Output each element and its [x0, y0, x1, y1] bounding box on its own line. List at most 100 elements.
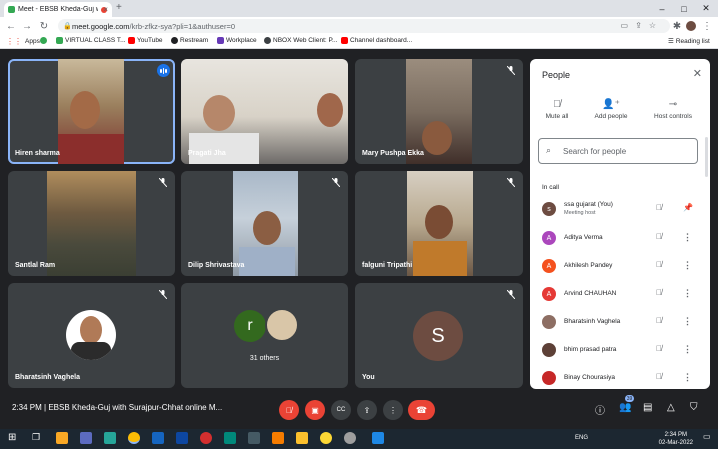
browser-tab[interactable]: Meet - EBSB Kheda-Guj with... ×	[4, 2, 112, 17]
task-view-icon[interactable]: ❐	[32, 432, 44, 444]
camera-off-button[interactable]: ▣	[305, 400, 325, 420]
mic-off-icon[interactable]: 🎙̸	[656, 372, 662, 381]
bookmark-nbox[interactable]: NBOX Web Client: P...	[264, 37, 337, 44]
participant-name: Santlal Ram	[15, 262, 56, 269]
forward-icon[interactable]: →	[20, 19, 34, 33]
share-icon[interactable]: ⇪	[635, 21, 642, 30]
more-options-button[interactable]: ⋮	[383, 400, 403, 420]
participant-tile[interactable]: Bharatsinh Vaghela	[8, 283, 175, 388]
host-controls-button[interactable]: ⊸ Host controls	[648, 99, 698, 120]
participant-row[interactable]: A Akhilesh Pandey 🎙̸ ⋮	[530, 252, 710, 280]
participant-face	[70, 91, 100, 129]
captions-button[interactable]: CC	[331, 400, 351, 420]
hang-up-icon: ☎	[415, 404, 428, 415]
avatar-photo	[542, 371, 556, 385]
present-button[interactable]: ⇪	[357, 400, 377, 420]
app-icon[interactable]	[344, 432, 356, 444]
chrome-icon[interactable]	[320, 432, 332, 444]
back-icon[interactable]: ←	[4, 19, 18, 33]
activities-icon[interactable]: △	[667, 402, 675, 413]
mic-off-icon[interactable]: 🎙̸	[656, 316, 662, 325]
bookmark-virtual-class[interactable]: VIRTUAL CLASS T...	[56, 37, 126, 44]
camera-in-use-icon[interactable]: ▭	[620, 21, 628, 30]
participant-tile[interactable]: Dilip Shrivastava	[181, 171, 348, 276]
participant-row[interactable]: s ssa gujarat (You) Meeting host 🎙̸ 📌	[530, 196, 710, 224]
input-language[interactable]: ENG	[575, 435, 588, 441]
app-icon[interactable]	[104, 432, 116, 444]
app-icon[interactable]	[224, 432, 236, 444]
meeting-details[interactable]: 2:34 PM | EBSB Kheda-Guj with Surajpur-C…	[12, 403, 222, 412]
mute-all-button[interactable]: 🎙̸ Mute all	[532, 99, 582, 120]
system-clock[interactable]: 2:34 PM 02-Mar-2022	[659, 431, 693, 447]
bookmark-youtube[interactable]: YouTube	[128, 37, 163, 44]
tab-close-icon[interactable]: ×	[103, 5, 108, 14]
mic-off-icon[interactable]: 🎙̸	[656, 232, 662, 241]
participant-video	[406, 59, 472, 164]
mic-off-icon[interactable]: 🎙̸	[656, 288, 662, 297]
file-explorer-icon[interactable]	[56, 432, 68, 444]
leave-call-button[interactable]: ☎	[408, 400, 435, 420]
self-tile[interactable]: S You	[355, 283, 523, 388]
participant-tile[interactable]: Pragati Jha	[181, 59, 348, 164]
more-options-icon[interactable]: ⋮	[683, 260, 692, 271]
panel-scrollbar[interactable]	[705, 137, 708, 177]
notification-icon[interactable]: ▭	[703, 432, 713, 444]
chat-icon[interactable]: ▤	[643, 402, 652, 413]
more-options-icon[interactable]: ⋮	[683, 372, 692, 383]
address-bar[interactable]: 🔒 meet.google.com /krb-zfkz-sya?pli=1&au…	[58, 19, 670, 33]
participant-tile[interactable]: Hiren sharma	[8, 59, 175, 164]
more-options-icon[interactable]: ⋮	[683, 288, 692, 299]
more-options-icon[interactable]: ⋮	[683, 316, 692, 327]
bookmark-apps[interactable]: ⋮⋮ Apps	[6, 37, 40, 46]
photoshop-icon[interactable]	[152, 432, 164, 444]
chrome-icon[interactable]	[128, 432, 140, 444]
add-people-button[interactable]: 👤⁺ Add people	[586, 99, 636, 120]
app-icon[interactable]	[272, 432, 284, 444]
participant-row[interactable]: bhim prasad patra 🎙̸ ⋮	[530, 336, 710, 364]
participant-name: Mary Pushpa Ekka	[362, 150, 424, 157]
participant-tile[interactable]: falguni Tripathi	[355, 171, 523, 276]
reload-icon[interactable]: ↻	[37, 19, 51, 33]
reading-list[interactable]: ☰ Reading list	[668, 37, 710, 46]
minimize-button[interactable]: –	[651, 0, 673, 17]
more-options-icon[interactable]: ⋮	[683, 232, 692, 243]
bookmark-star-icon[interactable]: ☆	[649, 21, 656, 30]
avatar-photo	[542, 315, 556, 329]
photoshop-icon[interactable]	[176, 432, 188, 444]
participant-row[interactable]: Binay Chourasiya 🎙̸ ⋮	[530, 364, 710, 389]
mic-off-button[interactable]: 🎙̸	[279, 400, 299, 420]
new-tab-button[interactable]: +	[116, 2, 122, 13]
close-icon[interactable]: ✕	[693, 67, 702, 80]
extensions-icon[interactable]: ✱	[670, 19, 684, 33]
people-icon[interactable]: 👥	[619, 402, 631, 413]
bookmark-restream[interactable]: Restream	[171, 37, 208, 44]
participant-tile[interactable]: Mary Pushpa Ekka	[355, 59, 523, 164]
windows-start-icon[interactable]: ⊞	[8, 432, 20, 444]
participant-row[interactable]: A Arvind CHAUHAN 🎙̸ ⋮	[530, 280, 710, 308]
participant-row[interactable]: Bharatsinh Vaghela 🎙̸ ⋮	[530, 308, 710, 336]
bookmark-whatsapp[interactable]	[40, 37, 49, 44]
app-icon[interactable]	[200, 432, 212, 444]
browser-menu-icon[interactable]: ⋮	[700, 19, 714, 33]
more-options-icon[interactable]: ⋮	[683, 344, 692, 355]
mic-off-icon[interactable]: 🎙̸	[656, 260, 662, 269]
app-icon[interactable]	[296, 432, 308, 444]
participant-tile[interactable]: Santlal Ram	[8, 171, 175, 276]
people-search-input[interactable]: ⌕ Search for people	[538, 138, 698, 164]
profile-avatar[interactable]	[684, 19, 698, 33]
maximize-button[interactable]: □	[673, 0, 695, 17]
teams-icon[interactable]	[80, 432, 92, 444]
mic-off-icon[interactable]: 🎙̸	[656, 203, 662, 212]
bookmark-workplace[interactable]: Workplace	[217, 37, 257, 44]
others-tile[interactable]: r 31 others	[181, 283, 348, 388]
participant-row[interactable]: A Aditya Verma 🎙̸ ⋮	[530, 224, 710, 252]
meeting-info-icon[interactable]: ⓘ	[595, 402, 605, 417]
mic-off-icon[interactable]: 🎙̸	[656, 344, 662, 353]
host-controls-icon[interactable]: ⛉	[690, 402, 698, 413]
participant-row-name: Bharatsinh Vaghela	[564, 318, 621, 325]
pin-icon[interactable]: 📌	[683, 203, 693, 212]
word-icon[interactable]	[372, 432, 384, 444]
bookmark-channel-dashboard[interactable]: Channel dashboard...	[341, 37, 412, 44]
window-close-button[interactable]: ✕	[695, 0, 717, 17]
app-icon[interactable]	[248, 432, 260, 444]
